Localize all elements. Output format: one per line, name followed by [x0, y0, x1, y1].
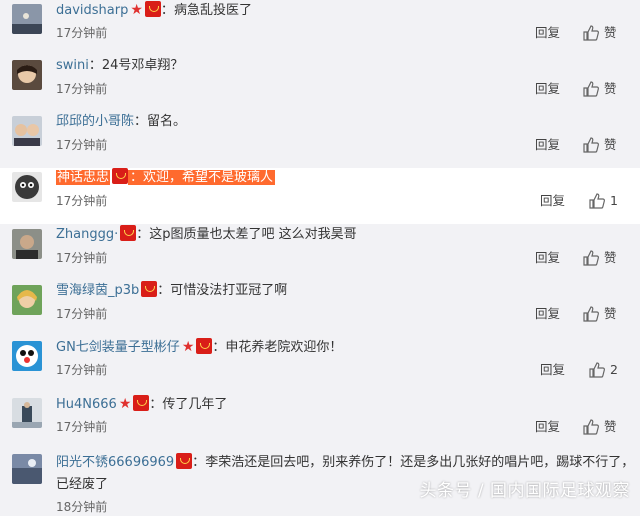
- member-badge-icon: [120, 225, 137, 241]
- colon-separator: ：: [88, 58, 102, 73]
- colon-separator: ：: [136, 227, 150, 242]
- avatar[interactable]: [12, 229, 42, 259]
- comment-time: 17分钟前: [56, 194, 108, 208]
- reply-button[interactable]: 回复: [535, 305, 560, 323]
- username-link[interactable]: davidsharp: [56, 3, 128, 18]
- username-link[interactable]: GN七剑装量子型彬仔: [56, 340, 180, 355]
- member-badge-icon: [112, 168, 129, 184]
- thumbs-up-icon[interactable]: [588, 361, 606, 379]
- avatar[interactable]: [12, 454, 42, 484]
- comment-time: 18分钟前: [56, 500, 108, 514]
- star-icon: ★: [130, 2, 143, 18]
- avatar[interactable]: [12, 341, 42, 371]
- avatar[interactable]: [12, 4, 42, 34]
- comment-time: 17分钟前: [56, 251, 108, 265]
- comment-item: Hu4N666 ★ ：传了几年了 17分钟前 回复 赞: [0, 394, 640, 450]
- member-badge-icon: [144, 1, 161, 17]
- thumbs-up-icon[interactable]: [582, 24, 600, 42]
- comment-item: 雪海绿茵_p3b ：可惜没法打亚冠了啊 17分钟前 回复 赞: [0, 281, 640, 337]
- avatar[interactable]: [12, 60, 42, 90]
- comment-text: 24号邓卓翔？: [101, 58, 184, 73]
- comment-item: davidsharp ★ ：病急乱投医了 17分钟前 回复 赞: [0, 0, 640, 56]
- comment-time: 17分钟前: [56, 26, 108, 40]
- watermark: 头条号 / 国内国际足球观察: [419, 481, 630, 501]
- colon-separator: ：: [149, 397, 163, 412]
- thumbs-up-icon[interactable]: [582, 80, 600, 98]
- colon-separator: ：: [212, 340, 226, 355]
- like-count[interactable]: 1: [610, 192, 618, 210]
- comment-item: 邱邱的小哥陈：留名。 17分钟前 回复 赞: [0, 112, 640, 168]
- thumbs-up-icon[interactable]: [582, 305, 600, 323]
- colon-separator: ：: [157, 283, 171, 298]
- star-icon: ★: [118, 396, 132, 412]
- comment-text: 这p图质量也太差了吧 这么对我昊哥: [149, 227, 357, 242]
- comment-time: 17分钟前: [56, 420, 108, 434]
- like-label[interactable]: 赞: [604, 249, 617, 267]
- comment-item: Zhanggg· ：这p图质量也太差了吧 这么对我昊哥 17分钟前 回复 赞: [0, 225, 640, 281]
- comment-text: 病急乱投医了: [173, 3, 252, 18]
- comment-time: 17分钟前: [56, 307, 108, 321]
- comment-text: ：欢迎，希望不是玻璃人: [128, 170, 276, 185]
- comment-item: swini：24号邓卓翔？ 17分钟前 回复 赞: [0, 56, 640, 112]
- thumbs-up-icon[interactable]: [582, 136, 600, 154]
- reply-button[interactable]: 回复: [540, 192, 565, 210]
- thumbs-up-icon[interactable]: [582, 418, 600, 436]
- like-label[interactable]: 赞: [604, 418, 617, 436]
- username-link[interactable]: Hu4N666: [56, 397, 117, 412]
- like-label[interactable]: 赞: [604, 136, 617, 154]
- username-link[interactable]: 雪海绿茵_p3b: [56, 283, 139, 298]
- reply-button[interactable]: 回复: [535, 24, 560, 42]
- comment-text-body: 欢迎，希望不是玻璃人: [143, 170, 274, 185]
- reply-button[interactable]: 回复: [535, 80, 560, 98]
- username-link[interactable]: 邱邱的小哥陈: [56, 114, 134, 129]
- avatar[interactable]: [12, 116, 42, 146]
- like-label[interactable]: 赞: [604, 24, 617, 42]
- member-badge-icon: [196, 338, 213, 354]
- comment-text: 留名。: [147, 114, 187, 129]
- colon-separator: ：: [134, 114, 148, 129]
- username-link[interactable]: Zhanggg·: [56, 227, 118, 242]
- reply-button[interactable]: 回复: [540, 361, 565, 379]
- comment-text: 可惜没法打亚冠了啊: [170, 283, 288, 298]
- member-badge-icon: [176, 453, 193, 469]
- comment-item-highlighted: 神话忠忠 ：欢迎，希望不是玻璃人 17分钟前 回复 1: [0, 168, 640, 224]
- comment-text: 传了几年了: [162, 397, 228, 412]
- comment-time: 17分钟前: [56, 82, 108, 96]
- comment-time: 17分钟前: [56, 138, 108, 152]
- username-link[interactable]: 阳光不锈66696969: [56, 455, 174, 470]
- comment-text: 申花养老院欢迎你！: [225, 340, 343, 355]
- star-icon: ★: [181, 339, 195, 355]
- avatar[interactable]: [12, 172, 42, 202]
- avatar[interactable]: [12, 398, 42, 428]
- like-count[interactable]: 2: [610, 361, 618, 379]
- comment-item: GN七剑装量子型彬仔 ★ ：申花养老院欢迎你！ 17分钟前 回复 2: [0, 337, 640, 393]
- thumbs-up-icon[interactable]: [588, 192, 606, 210]
- reply-button[interactable]: 回复: [535, 136, 560, 154]
- avatar[interactable]: [12, 285, 42, 315]
- like-label[interactable]: 赞: [604, 305, 617, 323]
- colon-separator: ：: [160, 3, 174, 18]
- username-link[interactable]: 神话忠忠: [56, 170, 111, 185]
- thumbs-up-icon[interactable]: [582, 249, 600, 267]
- like-label[interactable]: 赞: [604, 80, 617, 98]
- comment-time: 17分钟前: [56, 363, 108, 377]
- member-badge-icon: [141, 281, 158, 297]
- reply-button[interactable]: 回复: [535, 418, 560, 436]
- username-link[interactable]: swini: [56, 58, 89, 73]
- colon-separator: ：: [192, 455, 206, 470]
- member-badge-icon: [133, 395, 150, 411]
- reply-button[interactable]: 回复: [535, 249, 560, 267]
